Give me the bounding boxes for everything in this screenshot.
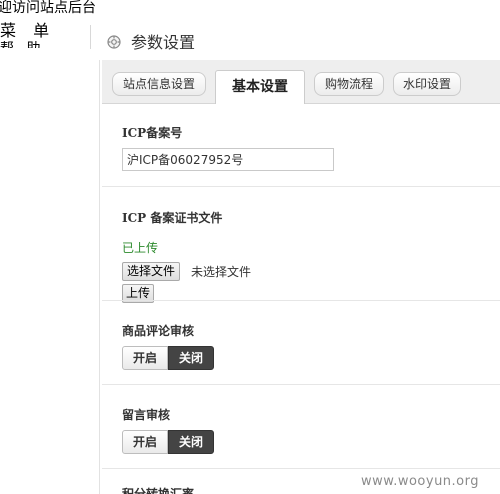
page-title: 参数设置 <box>131 33 196 52</box>
menu-label[interactable]: 菜 单 <box>0 22 55 40</box>
message-review-label: 留言审核 <box>122 408 171 422</box>
help-label[interactable]: 帮 助 <box>0 41 44 48</box>
message-review-toggle[interactable]: 开启 关闭 <box>122 430 214 454</box>
icp-label: ICP备案号 <box>122 126 183 140</box>
choose-file-button[interactable]: 选择文件 <box>122 262 181 281</box>
divider <box>102 384 500 385</box>
settings-gear-icon <box>107 34 121 49</box>
tab-basic-settings[interactable]: 基本设置 <box>215 70 305 104</box>
tab-watermark-settings[interactable]: 水印设置 <box>393 72 461 96</box>
icp-section: ICP备案号 <box>102 104 500 187</box>
watermark-text: www.wooyun.org <box>361 474 480 489</box>
divider <box>99 60 100 494</box>
divider <box>90 25 91 49</box>
tab-bar: 站点信息设置 基本设置 购物流程 水印设置 <box>102 60 500 104</box>
tab-shopping-flow[interactable]: 购物流程 <box>314 72 384 96</box>
message-review-off-button[interactable]: 关闭 <box>168 430 214 454</box>
points-rate-label: 积分转换汇率 <box>122 487 195 494</box>
icp-cert-label: ICP 备案证书文件 <box>122 211 223 225</box>
comment-review-label: 商品评论审核 <box>122 324 195 338</box>
upload-status: 已上传 <box>122 241 159 255</box>
comment-review-on-button[interactable]: 开启 <box>122 346 168 370</box>
icp-cert-section: ICP 备案证书文件 <box>102 187 500 299</box>
comment-review-toggle[interactable]: 开启 关闭 <box>122 346 214 370</box>
settings-form: ICP备案号 ICP 备案证书文件 已上传 选择文件 未选择文件 上传 商品评论… <box>102 104 500 494</box>
tab-site-info[interactable]: 站点信息设置 <box>112 72 206 96</box>
divider <box>102 468 500 469</box>
no-file-text: 未选择文件 <box>191 265 252 279</box>
page-header: 参数设置 <box>107 30 195 52</box>
divider <box>102 300 500 301</box>
comment-review-off-button[interactable]: 关闭 <box>168 346 214 370</box>
welcome-text: 迎访问站点后台 <box>0 0 96 16</box>
icp-input[interactable] <box>122 148 334 171</box>
message-review-on-button[interactable]: 开启 <box>122 430 168 454</box>
